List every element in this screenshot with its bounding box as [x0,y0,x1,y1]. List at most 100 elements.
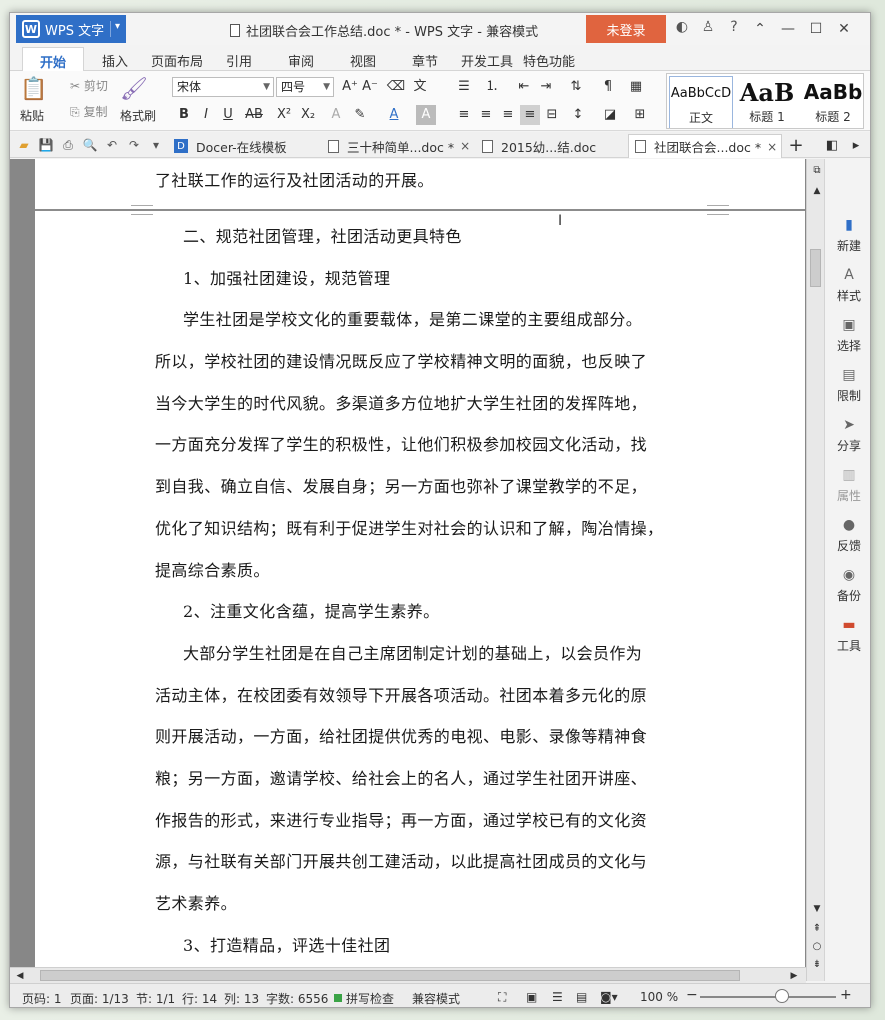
task-properties[interactable]: ▥ 属性 [825,467,870,504]
align-center-icon[interactable]: ≡ [476,105,496,125]
text-line[interactable]: 到自我、确立自信、发展自身；另一方面也弥补了课堂教学的不足， [155,466,715,508]
close-button[interactable]: ✕ [830,17,858,41]
font-color-icon[interactable]: A [384,105,404,125]
indent-icon[interactable]: ⇥ [536,77,556,97]
show-marks-icon[interactable]: ¶ [598,77,618,97]
zoom-level[interactable]: 100 % [640,990,678,1004]
login-button[interactable]: 未登录 [586,15,666,43]
task-new[interactable]: ▮ 新建 [825,217,870,254]
justify-icon[interactable]: ≡ [520,105,540,125]
format-painter-button[interactable]: 🖌 格式刷 [120,75,156,124]
text-line[interactable]: 学生社团是学校文化的重要载体，是第二课堂的主要组成部分。 [155,299,715,341]
maximize-button[interactable]: ☐ [802,17,830,41]
line-spacing-icon[interactable]: ↕ [568,105,588,125]
help-icon[interactable]: ? [724,19,744,35]
superscript-icon[interactable]: X² [274,105,294,125]
text-line[interactable]: 粮；另一方面，邀请学校、给社会上的名人，通过学生社团开讲座、 [155,758,715,800]
font-name-select[interactable]: 宋体 ▼ [172,77,274,97]
zoom-slider-thumb[interactable] [775,989,790,1003]
task-tools[interactable]: ▬ 工具 [825,617,870,654]
strikethrough-icon[interactable]: AB [244,105,264,125]
align-left-icon[interactable]: ≡ [454,105,474,125]
cut-button[interactable]: ✂ 剪切 [70,77,108,94]
vertical-scroll-thumb[interactable] [810,249,821,287]
doc-tab-docer[interactable]: D Docer-在线模板 [168,134,318,158]
text-effect-icon[interactable]: A [326,105,346,125]
zoom-out-icon[interactable]: − [686,987,698,1003]
customize-chevron-icon[interactable]: ▾ [148,137,164,153]
skin-icon[interactable]: ◐ [672,19,692,35]
tab-review[interactable]: 审阅 [270,47,332,70]
task-style[interactable]: A 样式 [825,267,870,304]
zoom-slider[interactable] [700,996,836,998]
distribute-icon[interactable]: ⊟ [542,105,562,125]
text-line[interactable]: 优化了知识结构；既有利于促进学生对社会的认识和了解，陶冶情操， [155,508,715,550]
underline-icon[interactable]: U [218,105,238,125]
pinyin-icon[interactable]: 文 [410,77,430,97]
app-menu-button[interactable]: W WPS 文字 ▾ [16,15,126,43]
tab-list-icon[interactable]: ◧ [822,136,842,156]
bold-icon[interactable]: B [174,105,194,125]
text-line[interactable]: 艺术素养。 [155,883,715,925]
style-normal[interactable]: AaBbCcD 正文 [669,76,733,128]
text-line[interactable]: 作报告的形式，来进行专业指导；再一方面，通过学校已有的文化资 [155,800,715,842]
task-backup[interactable]: ◉ 备份 [825,567,870,604]
undo-icon[interactable]: ↶ [104,137,120,153]
tab-menu-icon[interactable]: ▸ [846,136,866,156]
tab-page-layout[interactable]: 页面布局 [146,47,208,70]
text-line[interactable]: 则开展活动，一方面，给社团提供优秀的电视、电影、录像等精神食 [155,716,715,758]
text-line[interactable]: 所以，学校社团的建设情况既反应了学校精神文明的面貌，也反映了 [155,341,715,383]
task-select[interactable]: ▣ 选择 [825,317,870,354]
text-line[interactable]: 了社联工作的运行及社团活动的开展。 [155,161,715,201]
zoom-in-icon[interactable]: + [840,987,852,1003]
style-heading-1[interactable]: AaB 标题 1 [735,76,799,128]
doc-tab-active[interactable]: 社团联合会...doc * × [628,134,782,158]
bullet-list-icon[interactable]: ☰ [454,77,474,97]
grow-font-icon[interactable]: A⁺ [340,77,360,97]
text-line[interactable]: 当今大学生的时代风貌。多渠道多方位地扩大学生社团的发挥阵地， [155,383,715,425]
redo-icon[interactable]: ↷ [126,137,142,153]
text-line[interactable]: 1、加强社团建设，规范管理 [155,258,715,300]
status-word-count[interactable]: 字数: 6556 [266,990,328,1007]
outdent-icon[interactable]: ⇤ [514,77,534,97]
text-line[interactable]: 大部分学生社团是在自己主席团制定计划的基础上，以会员作为 [155,633,715,675]
fullscreen-view-icon[interactable]: ⛶ [498,990,506,1005]
char-shading-icon[interactable]: A [416,105,436,125]
reading-mode-icon[interactable]: ◙▾ [600,990,618,1004]
text-line[interactable]: 源，与社联有关部门开展共创工建活动，以此提高社团成员的文化与 [155,841,715,883]
horizontal-scroll-thumb[interactable] [40,970,740,981]
web-view-icon[interactable]: ▤ [576,990,587,1004]
table-icon[interactable]: ▦ [626,77,646,97]
paste-button[interactable]: 📋 粘贴 [20,75,48,124]
highlight-icon[interactable]: ✎ [350,105,370,125]
tab-insert[interactable]: 插入 [84,47,146,70]
page-view-icon[interactable]: ▣ [526,990,537,1004]
text-line[interactable]: 活动主体，在校团委有效领导下开展各项活动。社团本着多元化的原 [155,675,715,717]
open-folder-icon[interactable]: ▰ [16,137,32,153]
sort-icon[interactable]: ⇅ [566,77,586,97]
tab-view[interactable]: 视图 [332,47,394,70]
text-line[interactable]: 二、规范社团管理，社团活动更具特色 [155,216,715,258]
task-restrict[interactable]: ▤ 限制 [825,367,870,404]
horizontal-scrollbar[interactable]: ◀ ▶ [10,967,806,983]
doc-tab-2[interactable]: 三十种简单...doc * × [322,134,474,158]
status-page[interactable]: 页面: 1/13 [70,990,129,1007]
document-body[interactable]: 二、规范社团管理，社团活动更具特色 1、加强社团建设，规范管理 学生社团是学校文化的… [155,216,715,966]
task-share[interactable]: ➤ 分享 [825,417,870,454]
shirt-icon[interactable]: ♙ [698,19,718,35]
task-feedback[interactable]: ● 反馈 [825,517,870,554]
outline-view-icon[interactable]: ☰ [552,990,563,1004]
status-spell-check[interactable]: 拼写检查 [346,990,394,1007]
vertical-scrollbar[interactable]: ⧉ ▲ ▼ ⇞ ○ ⇟ [806,159,824,981]
minimize-button[interactable]: — [774,17,802,41]
close-tab-icon[interactable]: × [767,140,777,154]
italic-icon[interactable]: I [196,105,216,125]
print-icon[interactable]: ⎙ [60,137,76,153]
tab-home[interactable]: 开始 [22,47,84,72]
close-tab-icon[interactable]: × [460,139,470,153]
save-icon[interactable]: 💾 [38,137,54,153]
text-line[interactable]: 3、打造精品，评选十佳社团 [155,925,715,967]
collapse-ribbon-icon[interactable]: ⌃ [746,17,774,41]
style-heading-2[interactable]: AaBb 标题 2 [801,76,863,128]
text-line[interactable]: 一方面充分发挥了学生的积极性，让他们积极参加校园文化活动，找 [155,424,715,466]
